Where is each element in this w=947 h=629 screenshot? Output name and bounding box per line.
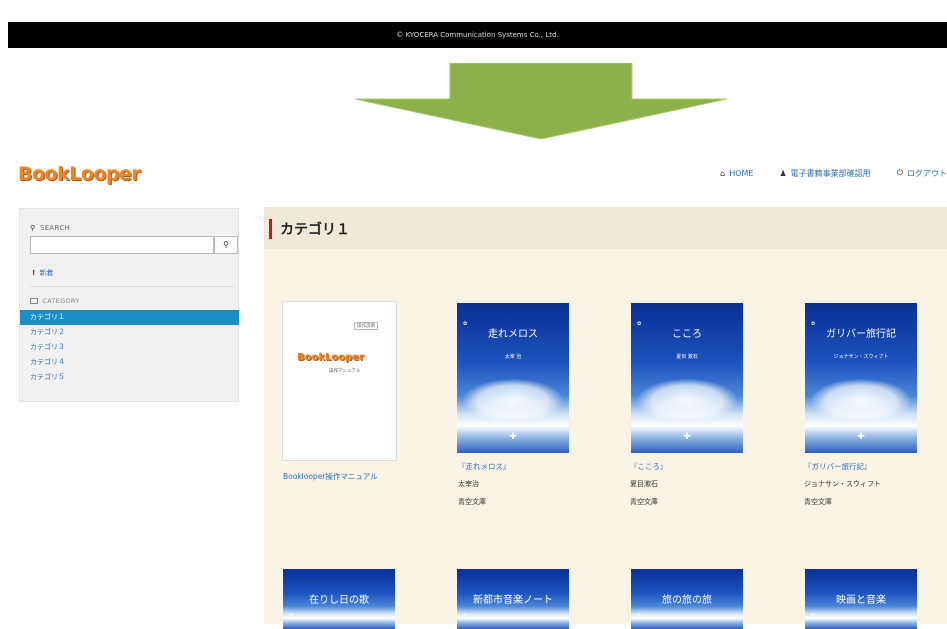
publisher-mark-icon: ✿ xyxy=(637,613,642,619)
book-publisher: 青空文庫 xyxy=(804,498,832,506)
book-icon xyxy=(30,298,38,304)
new-arrivals-link[interactable]: ! 新着 xyxy=(32,268,53,278)
book-title-link[interactable]: 『ガリバー旅行記』 xyxy=(804,461,872,472)
search-heading-label: SEARCH xyxy=(39,224,71,232)
manual-cover-subtitle: 操作マニュアル xyxy=(329,369,361,374)
book-author: 太宰治 xyxy=(458,480,479,488)
power-icon: ⏻ xyxy=(896,168,903,177)
manual-tag: 操作説明 xyxy=(354,322,378,330)
book-title-link[interactable]: Booklooper操作マニュアル xyxy=(283,471,378,482)
cover-title: ガリバー旅行記 xyxy=(826,329,896,340)
header-accent-bar xyxy=(269,219,272,239)
book-publisher: 青空文庫 xyxy=(458,498,486,506)
book-cover[interactable]: ✿ 走れメロス 太宰 治 ✚ xyxy=(457,303,569,453)
nav-user-label: 電子書籍事業部確認用 xyxy=(790,168,871,178)
book-cover[interactable]: 在りし日の歌 ✿ xyxy=(283,569,395,629)
exclamation-icon: ! xyxy=(32,269,36,277)
cover-title: 新都市音楽ノート xyxy=(473,595,553,606)
book-cover[interactable]: 映画と音楽 ✿ xyxy=(805,569,917,629)
manual-cover-logo: BookLooper xyxy=(297,352,364,363)
cloud-image xyxy=(463,379,563,423)
booklooper-logo[interactable]: BookLooper xyxy=(18,163,141,185)
publisher-mark-icon: ✿ xyxy=(811,613,816,619)
copyright-footer: © KYOCERA Communication Systems Co., Ltd… xyxy=(8,22,947,48)
category-item-1[interactable]: カテゴリ１ xyxy=(20,310,239,325)
book-author: ジョナサン・スウィフト xyxy=(804,480,881,488)
book-cover[interactable]: 新都市音楽ノート ✿ xyxy=(457,569,569,629)
book-cover[interactable]: 旅の旅の旅 ✿ xyxy=(631,569,743,629)
cross-mark-icon: ✚ xyxy=(857,432,865,442)
cover-title: 走れメロス xyxy=(488,329,538,340)
category-item-4[interactable]: カテゴリ４ xyxy=(20,355,239,370)
cover-author: 太宰 治 xyxy=(504,354,522,360)
book-publisher: 青空文庫 xyxy=(630,498,658,506)
book-title-link[interactable]: 『走れメロス』 xyxy=(458,461,511,472)
search-input[interactable] xyxy=(30,236,214,254)
page-title: カテゴリ１ xyxy=(280,222,350,238)
category-item-3[interactable]: カテゴリ３ xyxy=(20,340,239,355)
sidebar-divider xyxy=(30,286,235,287)
book-author: 夏目漱石 xyxy=(630,480,658,488)
home-icon: ⌂ xyxy=(720,168,726,178)
new-arrivals-label: 新着 xyxy=(39,269,54,277)
search-button[interactable]: ⚲ xyxy=(214,236,238,254)
cover-title: 旅の旅の旅 xyxy=(662,595,712,606)
cover-author: ジョナサン・スウィフト xyxy=(833,354,889,360)
sidebar: ⚲ SEARCH ⚲ ! 新着 CATEGORY カテゴリ１ カテゴリ２ カテゴ… xyxy=(19,208,239,402)
publisher-mark-icon: ✿ xyxy=(463,613,468,619)
book-cover[interactable]: ✿ ガリバー旅行記 ジョナサン・スウィフト ✚ xyxy=(805,303,917,453)
nav-home[interactable]: ⌂ HOME xyxy=(720,166,753,180)
cloud-image xyxy=(811,379,911,423)
cloud-image xyxy=(637,379,737,423)
search-heading: ⚲ SEARCH xyxy=(30,224,70,232)
category-item-5[interactable]: カテゴリ５ xyxy=(20,370,239,385)
nav-home-label: HOME xyxy=(729,168,754,178)
cross-mark-icon: ✚ xyxy=(509,432,517,442)
cover-title: 映画と音楽 xyxy=(836,595,886,606)
search-icon: ⚲ xyxy=(30,224,36,232)
cross-mark-icon: ✚ xyxy=(683,432,691,442)
cover-title: こころ xyxy=(672,329,702,340)
publisher-mark-icon: ✿ xyxy=(289,613,294,619)
top-navigation: ⌂ HOME ♟ 電子書籍事業部確認用 ⏻ ログアウト xyxy=(694,166,947,180)
main-content: カテゴリ１ 操作説明 BookLooper 操作マニュアル Booklooper… xyxy=(264,207,947,629)
book-cover[interactable]: ✿ こころ 夏目 漱石 ✚ xyxy=(631,303,743,453)
category-header: カテゴリ１ xyxy=(264,207,947,249)
category-item-2[interactable]: カテゴリ２ xyxy=(20,325,239,340)
category-heading-label: CATEGORY xyxy=(42,297,80,305)
user-icon: ♟ xyxy=(779,168,787,178)
cover-title: 在りし日の歌 xyxy=(309,595,369,606)
nav-logout[interactable]: ⏻ ログアウト xyxy=(897,166,947,180)
book-title-link[interactable]: 『こころ』 xyxy=(630,461,668,472)
nav-logout-label: ログアウト xyxy=(907,168,947,178)
category-list: カテゴリ１ カテゴリ２ カテゴリ３ カテゴリ４ カテゴリ５ xyxy=(20,310,239,385)
cover-author: 夏目 漱石 xyxy=(676,354,698,360)
nav-user[interactable]: ♟ 電子書籍事業部確認用 xyxy=(780,166,871,180)
down-arrow-graphic xyxy=(355,63,727,139)
book-cover[interactable]: 操作説明 BookLooper 操作マニュアル xyxy=(282,301,397,461)
category-heading: CATEGORY xyxy=(30,297,80,305)
